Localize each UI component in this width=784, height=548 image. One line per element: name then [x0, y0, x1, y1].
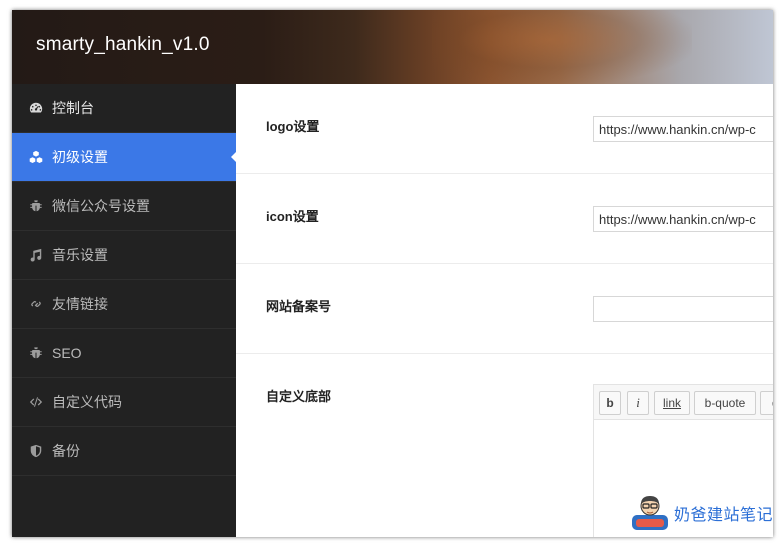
header: smarty_hankin_v1.0 [12, 10, 773, 84]
sidebar-item-music[interactable]: 音乐设置 [12, 231, 236, 280]
dashboard-icon [29, 101, 43, 115]
sidebar-item-dashboard[interactable]: 控制台 [12, 84, 236, 133]
link-button[interactable]: link [654, 391, 690, 415]
bug-icon [29, 199, 43, 213]
sidebar-item-custom-code[interactable]: 自定义代码 [12, 378, 236, 427]
icon-setting-label: icon设置 [266, 209, 319, 224]
sidebar-item-label: 友情链接 [52, 296, 108, 312]
watermark-text: 奶爸建站笔记 [674, 505, 774, 524]
watermark: 奶爸建站笔记 [630, 493, 773, 533]
sidebar-item-label: 控制台 [52, 100, 94, 116]
icon-setting-row: icon设置 https://www.hankin.cn/wp-c [236, 174, 773, 264]
sidebar-item-label: 初级设置 [52, 149, 108, 165]
sidebar-item-friend-links[interactable]: 友情链接 [12, 280, 236, 329]
admin-window: smarty_hankin_v1.0 控制台 初级设置 微信公众号设置 音乐设置 [12, 10, 773, 537]
sidebar-item-label: 备份 [52, 443, 80, 459]
sidebar-item-wechat[interactable]: 微信公众号设置 [12, 182, 236, 231]
code-icon [29, 395, 43, 409]
icp-input[interactable] [593, 296, 773, 322]
header-glow [432, 10, 692, 84]
logo-setting-label: logo设置 [266, 119, 320, 134]
sidebar-item-label: 微信公众号设置 [52, 198, 150, 214]
blockquote-button[interactable]: b-quote [694, 391, 756, 415]
sidebar-item-backup[interactable]: 备份 [12, 427, 236, 476]
delete-button[interactable]: del [760, 391, 773, 415]
sidebar-item-label: 音乐设置 [52, 247, 108, 263]
editor-toolbar: b i link b-quote del [593, 384, 773, 420]
sidebar: 控制台 初级设置 微信公众号设置 音乐设置 友情链接 SEO 自定义代码 备份 [12, 84, 237, 537]
italic-button[interactable]: i [627, 391, 649, 415]
sidebar-item-basic-settings[interactable]: 初级设置 [12, 133, 237, 182]
icon-url-input[interactable]: https://www.hankin.cn/wp-c [593, 206, 773, 232]
logo-url-input[interactable]: https://www.hankin.cn/wp-c [593, 116, 773, 142]
footer-setting-label: 自定义底部 [266, 389, 332, 404]
settings-panel: logo设置 https://www.hankin.cn/wp-c icon设置… [236, 84, 773, 537]
sidebar-item-label: SEO [52, 345, 82, 361]
icp-setting-row: 网站备案号 [236, 264, 773, 354]
music-icon [29, 248, 43, 262]
shield-icon [29, 444, 43, 458]
icp-setting-label: 网站备案号 [266, 299, 332, 314]
bug-icon [29, 346, 43, 360]
sidebar-item-label: 自定义代码 [52, 394, 122, 410]
mascot-icon [632, 496, 668, 530]
cubes-icon [29, 150, 43, 164]
logo-setting-row: logo设置 https://www.hankin.cn/wp-c [236, 84, 773, 174]
sidebar-item-seo[interactable]: SEO [12, 329, 236, 378]
link-icon [29, 297, 43, 311]
app-title: smarty_hankin_v1.0 [36, 34, 210, 55]
bold-button[interactable]: b [599, 391, 621, 415]
